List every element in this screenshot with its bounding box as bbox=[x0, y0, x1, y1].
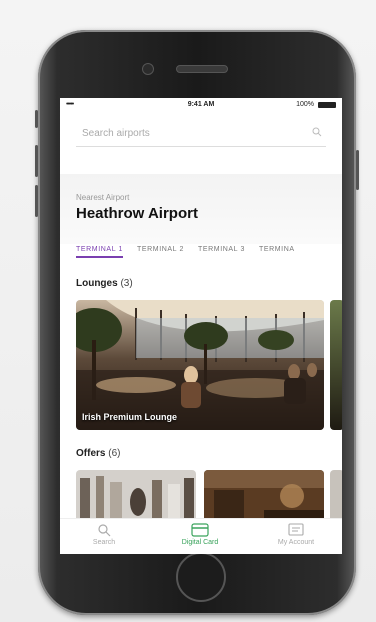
terminal-tabs: TERMINAL 1 TERMINAL 2 TERMINAL 3 TERMINA bbox=[76, 238, 342, 258]
search-bar[interactable] bbox=[76, 124, 326, 147]
front-camera bbox=[142, 63, 154, 75]
search-icon[interactable] bbox=[312, 127, 322, 137]
nav-search[interactable]: Search bbox=[64, 523, 144, 546]
lounge-card-next[interactable] bbox=[330, 300, 342, 430]
lounges-heading: Lounges (3) bbox=[76, 278, 133, 289]
volume-up-button bbox=[35, 145, 38, 177]
lounges-title: Lounges bbox=[76, 278, 118, 289]
battery-icon bbox=[318, 102, 336, 108]
offers-heading: Offers (6) bbox=[76, 448, 120, 459]
account-icon bbox=[288, 523, 304, 536]
battery-percent: 100% bbox=[296, 101, 314, 108]
lounges-count: (3) bbox=[120, 278, 133, 289]
card-icon bbox=[191, 523, 209, 537]
earpiece-speaker bbox=[176, 65, 228, 73]
status-bar: ••••• 9:41 AM 100% bbox=[60, 98, 342, 112]
airport-name: Heathrow Airport bbox=[76, 205, 198, 222]
nav-search-label: Search bbox=[92, 539, 116, 546]
bottom-nav: Search Digital Card My Account bbox=[60, 518, 342, 554]
nav-digital-card[interactable]: Digital Card bbox=[160, 523, 240, 546]
home-button[interactable] bbox=[176, 552, 226, 602]
lounge-card[interactable]: Irish Premium Lounge bbox=[76, 300, 324, 430]
tab-terminal-3[interactable]: TERMINAL 3 bbox=[198, 246, 245, 258]
lounge-photo bbox=[76, 300, 324, 430]
power-button bbox=[356, 150, 359, 190]
tab-terminal-2[interactable]: TERMINAL 2 bbox=[137, 246, 184, 258]
nav-digital-card-label: Digital Card bbox=[181, 539, 219, 546]
nav-my-account[interactable]: My Account bbox=[256, 523, 336, 546]
lounge-card-label: Irish Premium Lounge bbox=[82, 412, 178, 422]
search-input[interactable] bbox=[82, 128, 282, 139]
offers-title: Offers bbox=[76, 448, 106, 459]
volume-down-button bbox=[35, 185, 38, 217]
offers-count: (6) bbox=[108, 448, 121, 459]
tab-terminal-4[interactable]: TERMINA bbox=[259, 246, 295, 258]
tab-terminal-1[interactable]: TERMINAL 1 bbox=[76, 246, 123, 258]
nav-my-account-label: My Account bbox=[277, 539, 315, 546]
nearest-airport-label: Nearest Airport bbox=[76, 193, 130, 202]
app-screen: ••••• 9:41 AM 100% Nearest Airport Heath… bbox=[60, 98, 342, 554]
mute-switch bbox=[35, 110, 38, 128]
search-icon bbox=[98, 524, 111, 537]
